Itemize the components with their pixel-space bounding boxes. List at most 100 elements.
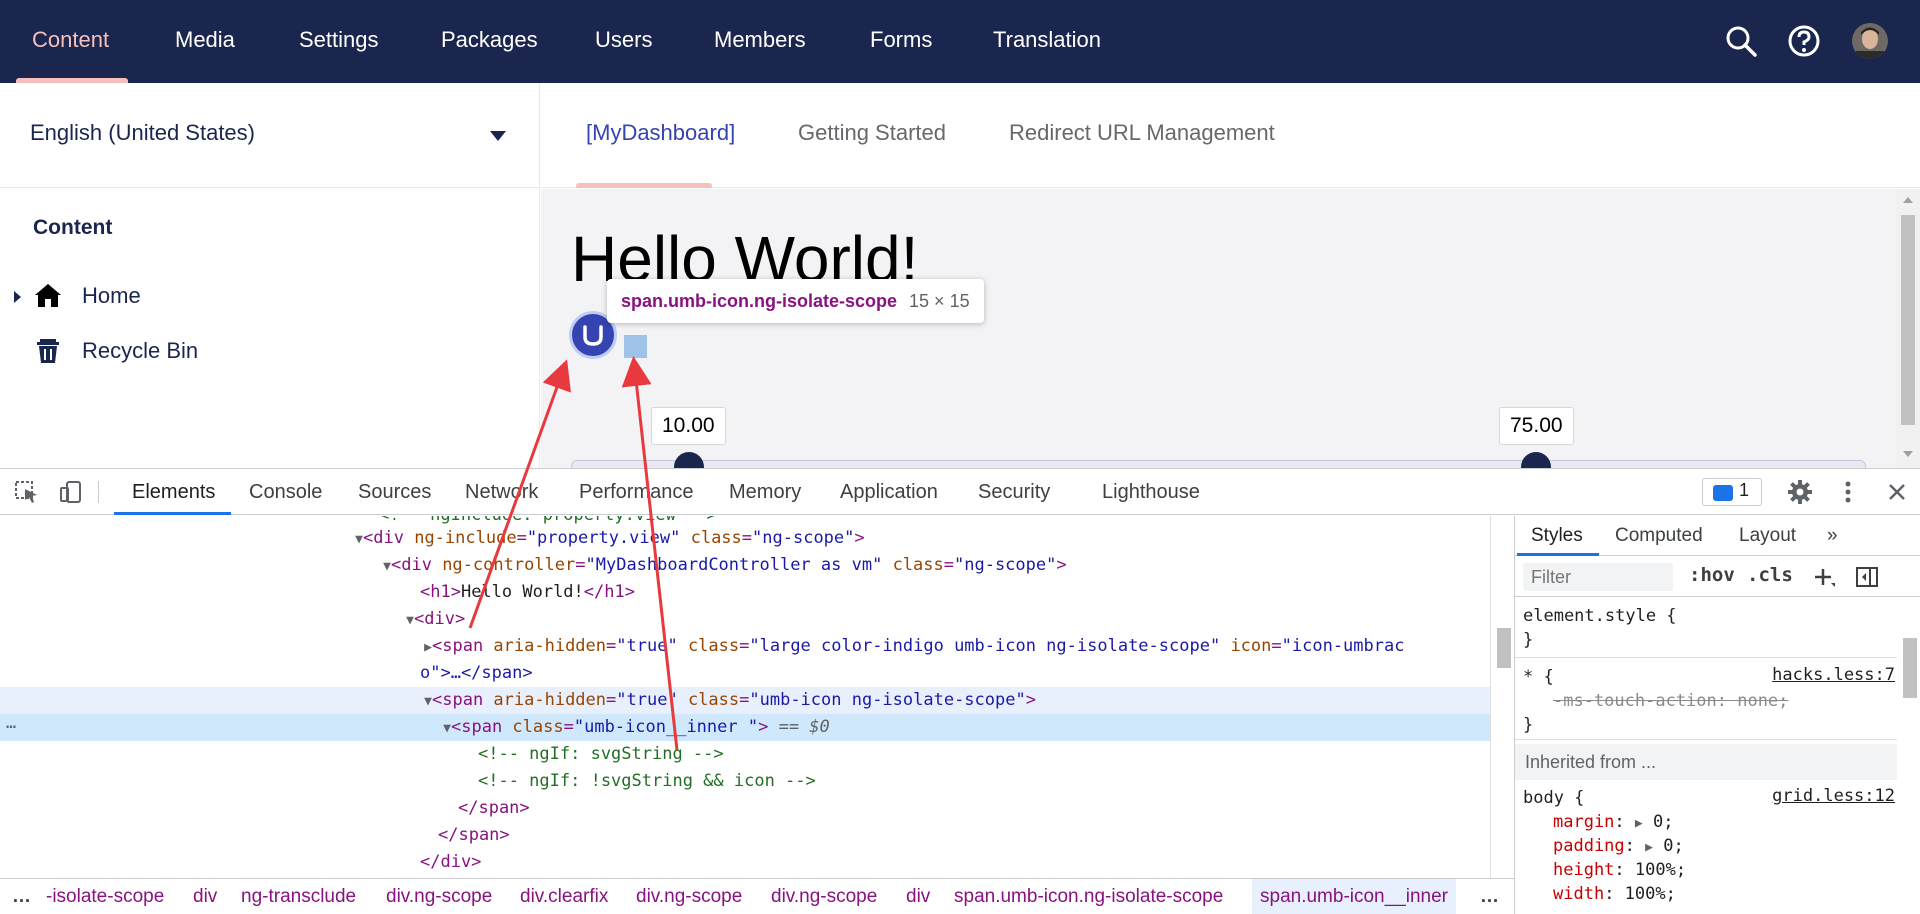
dom-node-comment-ngif-icon[interactable]: <!-- ngIf: !svgString && icon --> [0, 768, 1490, 795]
gear-icon[interactable] [1787, 479, 1813, 505]
user-avatar[interactable] [1852, 23, 1888, 59]
nav-item-settings[interactable]: Settings [299, 0, 379, 83]
search-icon[interactable] [1724, 24, 1758, 58]
dom-node-close-div[interactable]: </div> [0, 849, 1490, 876]
nav-item-translation[interactable]: Translation [993, 0, 1101, 83]
tree-item-recycle-bin[interactable]: Recycle Bin [0, 334, 539, 370]
expand-caret-icon[interactable] [14, 291, 21, 303]
breadcrumb-item[interactable]: ng-transclude [241, 879, 356, 914]
devtools-tab-application[interactable]: Application [840, 469, 938, 515]
tab-layout[interactable]: Layout [1739, 516, 1796, 556]
dom-node-div[interactable]: ▼<div> [0, 606, 1490, 633]
toolbar-divider [98, 481, 99, 503]
tab-computed[interactable]: Computed [1615, 516, 1703, 556]
nav-item-content[interactable]: Content [32, 0, 109, 83]
tab-mydashboard[interactable]: [MyDashboard] [586, 120, 735, 146]
nav-item-users[interactable]: Users [595, 0, 652, 83]
rule-source-link[interactable]: hacks.less:7 [1772, 665, 1895, 685]
class-toggle-button[interactable]: .cls [1747, 564, 1793, 586]
nav-item-forms[interactable]: Forms [870, 0, 932, 83]
toggle-sidebar-icon[interactable] [1855, 566, 1879, 588]
top-navigation: Content Media Settings Packages Users Me… [0, 0, 1920, 83]
breadcrumb-item[interactable]: div.ng-scope [386, 879, 492, 914]
dom-node-div-ng-include[interactable]: ▼<div ng-include="property.view" class="… [0, 525, 1490, 552]
device-toolbar-icon[interactable] [58, 480, 84, 504]
issues-count: 1 [1739, 480, 1750, 500]
slider-max-value: 75.00 [1499, 407, 1574, 445]
nav-item-media[interactable]: Media [175, 0, 235, 83]
slider-handle-max[interactable] [1521, 452, 1551, 468]
dom-node-close-span[interactable]: </span> [0, 822, 1490, 849]
add-rule-icon[interactable] [1813, 567, 1837, 589]
rule-divider [1515, 739, 1897, 740]
breadcrumb-overflow-start[interactable]: … [12, 879, 31, 914]
dom-node-div-ng-controller[interactable]: ▼<div ng-controller="MyDashboardControll… [0, 552, 1490, 579]
devtools-tab-network[interactable]: Network [465, 469, 538, 515]
breadcrumb-item[interactable]: div.ng-scope [771, 879, 877, 914]
breadcrumb-item[interactable]: div.ng-scope [636, 879, 742, 914]
dom-node-comment-ngif-svg[interactable]: <!-- ngIf: svgString --> [0, 741, 1490, 768]
nav-item-members[interactable]: Members [714, 0, 806, 83]
devtools-tab-lighthouse[interactable]: Lighthouse [1102, 469, 1200, 515]
devtools-tab-performance[interactable]: Performance [579, 469, 694, 515]
dom-node-span-large-icon[interactable]: ▶<span aria-hidden="true" class="large c… [0, 633, 1490, 660]
breadcrumb-item[interactable]: div [906, 879, 930, 914]
breadcrumb-item[interactable]: div.clearfix [520, 879, 608, 914]
close-icon[interactable] [1884, 479, 1910, 505]
more-tabs-icon[interactable]: » [1827, 516, 1838, 556]
breadcrumb-item[interactable]: div [193, 879, 217, 914]
tab-redirect-url-management[interactable]: Redirect URL Management [1009, 120, 1275, 146]
tree-item-home[interactable]: Home [0, 279, 539, 315]
scroll-up-icon[interactable] [1903, 197, 1913, 203]
nav-item-packages[interactable]: Packages [441, 0, 538, 83]
tab-styles[interactable]: Styles [1531, 516, 1583, 556]
tree-item-label: Home [82, 283, 141, 308]
help-icon[interactable] [1787, 24, 1821, 58]
devtools-tab-security[interactable]: Security [978, 469, 1050, 515]
node-actions-ellipsis[interactable]: ⋯ [6, 714, 16, 741]
dom-node-span-umb-icon[interactable]: ▼<span aria-hidden="true" class="umb-ico… [0, 687, 1490, 714]
rule-selector: element.style { [1523, 606, 1677, 626]
scroll-thumb[interactable] [1497, 628, 1511, 668]
rule-property[interactable]: margin: ▶ 0; [1515, 810, 1897, 834]
dom-node-close-span-inner[interactable]: </span> [0, 795, 1490, 822]
tab-active-indicator [576, 183, 712, 188]
rule-body[interactable]: body { grid.less:12 margin: ▶ 0; padding… [1515, 786, 1897, 906]
dom-scrollbar[interactable] [1490, 516, 1514, 878]
dom-node-span-continuation[interactable]: o">…</span> [0, 660, 1490, 687]
styles-tab-indicator [1517, 553, 1599, 556]
devtools-tab-memory[interactable]: Memory [729, 469, 801, 515]
dom-node-h1[interactable]: <h1>Hello World!</h1> [0, 579, 1490, 606]
rule-property[interactable]: height: 100%; [1515, 858, 1897, 882]
styles-filter-input[interactable] [1523, 563, 1673, 591]
rule-property[interactable]: width: 100%; [1515, 882, 1897, 906]
rule-source-link[interactable]: grid.less:12 [1772, 786, 1895, 806]
rule-property-overridden[interactable]: -ms-touch-action: none; [1515, 689, 1897, 713]
breadcrumb-item[interactable]: span.umb-icon.ng-isolate-scope [954, 879, 1223, 914]
rule-element-style[interactable]: element.style { } [1515, 604, 1897, 652]
tooltip-selector: span.umb-icon.ng-isolate-scope [621, 291, 898, 311]
dashboard-scrollbar[interactable] [1896, 189, 1920, 468]
scroll-thumb[interactable] [1901, 215, 1915, 425]
scroll-thumb[interactable] [1903, 638, 1917, 698]
rule-star[interactable]: * { hacks.less:7 -ms-touch-action: none;… [1515, 665, 1897, 737]
dom-node-span-umb-icon-inner[interactable]: ⋯ ▼<span class="umb-icon__inner "> == $0 [0, 714, 1490, 741]
devtools-tab-sources[interactable]: Sources [358, 469, 431, 515]
devtools-tab-elements[interactable]: Elements [132, 469, 215, 515]
message-icon [1713, 485, 1733, 501]
breadcrumb-overflow-end[interactable]: … [1480, 879, 1499, 914]
language-selector[interactable]: English (United States) [0, 83, 539, 188]
tab-getting-started[interactable]: Getting Started [798, 120, 946, 146]
hover-state-button[interactable]: :hov [1689, 564, 1735, 586]
scroll-down-icon[interactable] [1903, 451, 1913, 457]
styles-scrollbar[interactable] [1897, 598, 1920, 914]
breadcrumb-item-selected[interactable]: span.umb-icon__inner [1252, 879, 1457, 914]
issues-button[interactable]: 1 [1702, 478, 1762, 506]
devtools-tab-console[interactable]: Console [249, 469, 322, 515]
more-options-icon[interactable] [1835, 479, 1861, 505]
breadcrumb-item[interactable]: -isolate-scope [46, 879, 164, 914]
range-slider-track[interactable] [571, 460, 1866, 468]
slider-handle-min[interactable] [674, 452, 704, 468]
inspect-element-icon[interactable] [14, 480, 40, 504]
rule-property[interactable]: padding: ▶ 0; [1515, 834, 1897, 858]
